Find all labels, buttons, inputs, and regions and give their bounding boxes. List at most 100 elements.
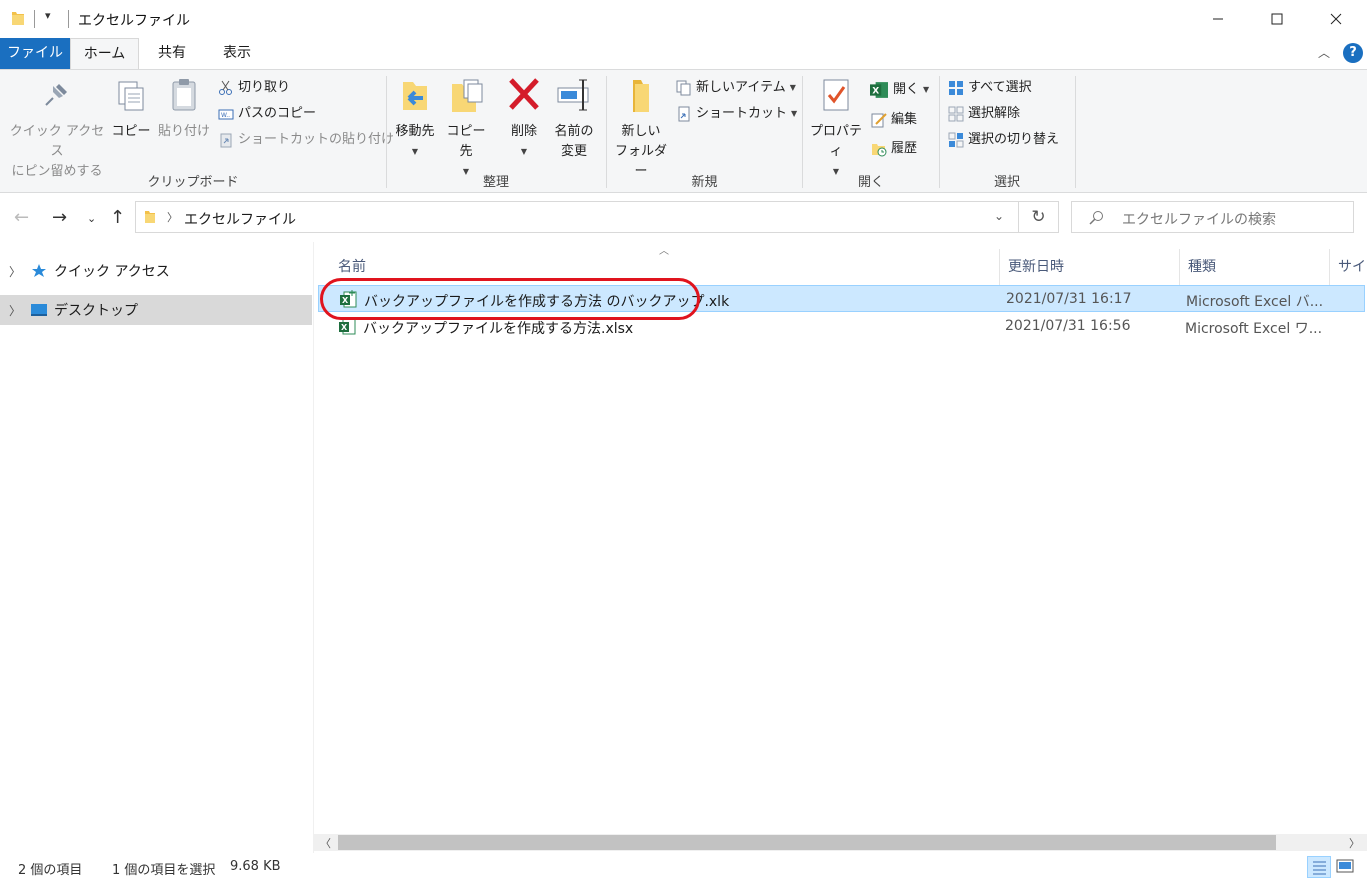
- paste-shortcut-button[interactable]: ショートカットの貼り付け: [218, 129, 394, 151]
- scroll-left-icon[interactable]: 〈: [320, 835, 331, 851]
- help-button[interactable]: ?: [1343, 43, 1363, 63]
- column-header-type[interactable]: 種類: [1180, 249, 1330, 285]
- group-label-organize: 整理: [482, 175, 509, 190]
- forward-arrow-icon[interactable]: →: [52, 207, 67, 228]
- file-name[interactable]: バックアップファイルを作成する方法.xlsx: [363, 318, 633, 338]
- edit-icon: [871, 113, 887, 128]
- pin-to-quick-access-button[interactable]: クイック アクセス にピン留めする: [8, 76, 106, 182]
- breadcrumb-chevron-icon[interactable]: 〉: [167, 209, 178, 225]
- column-header-name[interactable]: 名前: [330, 249, 1000, 285]
- expand-chevron-icon[interactable]: 〉: [0, 263, 30, 280]
- quick-access-toolbar-dropdown[interactable]: ▾: [45, 9, 51, 22]
- window-title: エクセルファイル: [78, 13, 190, 29]
- invert-selection-button[interactable]: 選択の切り替え: [948, 129, 1059, 151]
- tab-view[interactable]: 表示: [206, 38, 268, 69]
- select-all-icon: [949, 81, 963, 95]
- selection-count: 1 個の項目を選択: [112, 863, 216, 878]
- delete-button[interactable]: 削除 ▼: [505, 76, 543, 162]
- rename-icon: [557, 79, 589, 111]
- divider: [68, 10, 69, 28]
- properties-icon: [823, 79, 849, 111]
- copy-to-icon: [452, 79, 483, 112]
- tab-file[interactable]: ファイル: [0, 38, 70, 69]
- nav-item-desktop[interactable]: 〉 デスクトップ: [0, 295, 312, 325]
- cut-button[interactable]: 切り取り: [218, 77, 290, 99]
- column-header-date[interactable]: 更新日時: [1000, 249, 1180, 285]
- shortcut-button[interactable]: ショートカット ▼: [676, 103, 797, 125]
- search-input[interactable]: エクセルファイルの検索: [1071, 201, 1354, 233]
- minimize-icon: [1213, 18, 1223, 20]
- new-folder-button[interactable]: 新しい フォルダー: [612, 76, 670, 182]
- table-row[interactable]: X バックアップファイルを作成する方法 のバックアップ.xlk 2021/07/…: [318, 285, 1365, 312]
- svg-text:X: X: [342, 296, 349, 305]
- divider: [34, 10, 35, 28]
- close-icon: [1330, 13, 1342, 25]
- scroll-right-icon[interactable]: 〉: [1349, 835, 1360, 851]
- copy-button[interactable]: コピー: [111, 76, 151, 142]
- file-name[interactable]: バックアップファイルを作成する方法 のバックアップ.xlk: [364, 291, 729, 311]
- history-button[interactable]: 履歴: [871, 138, 917, 160]
- search-icon: [1089, 211, 1103, 225]
- large-icons-view-icon: [1336, 859, 1354, 873]
- divider: [1075, 76, 1076, 188]
- properties-button[interactable]: プロパティ ▼: [806, 76, 866, 182]
- nav-item-quick-access[interactable]: 〉 クイック アクセス: [0, 256, 312, 286]
- invert-selection-icon: [948, 132, 964, 148]
- column-header-size[interactable]: サイズ: [1330, 249, 1367, 285]
- breadcrumb[interactable]: エクセルファイル: [184, 209, 296, 229]
- folder-icon: [145, 211, 155, 223]
- navigation-pane: 〉 クイック アクセス 〉 デスクトップ: [0, 242, 313, 853]
- copy-to-button[interactable]: コピー先 ▼: [441, 76, 491, 182]
- refresh-button[interactable]: ↻: [1019, 201, 1059, 233]
- clipboard-icon: [172, 79, 196, 111]
- star-icon: [32, 264, 46, 277]
- scissors-icon: [219, 80, 232, 95]
- delete-x-icon: [509, 78, 539, 110]
- minimize-button[interactable]: [1189, 0, 1247, 38]
- address-dropdown-icon[interactable]: ⌄: [994, 209, 1004, 223]
- recent-locations-chevron-icon[interactable]: ⌄: [87, 212, 96, 225]
- select-none-button[interactable]: 選択解除: [948, 103, 1020, 125]
- open-button[interactable]: X 開く ▼: [869, 79, 929, 101]
- move-to-icon: [403, 82, 427, 110]
- horizontal-scrollbar[interactable]: 〈 〉: [314, 834, 1367, 851]
- large-icons-view-button[interactable]: [1334, 856, 1358, 878]
- expand-chevron-icon[interactable]: 〉: [0, 302, 30, 319]
- edit-button[interactable]: 編集: [871, 109, 917, 131]
- details-view-button[interactable]: [1307, 856, 1331, 878]
- collapse-ribbon-button[interactable]: ︿: [1318, 44, 1330, 61]
- excel-backup-file-icon: X: [340, 290, 357, 308]
- chevron-down-icon: ▼: [411, 147, 419, 156]
- file-type: Microsoft Excel ワ...: [1185, 321, 1323, 337]
- move-to-button[interactable]: 移動先 ▼: [391, 76, 439, 162]
- file-date: 2021/07/31 16:56: [1005, 318, 1131, 334]
- address-bar[interactable]: 〉 エクセルファイル ⌄: [135, 201, 1019, 233]
- maximize-button[interactable]: [1248, 0, 1306, 38]
- excel-icon: X: [870, 82, 888, 98]
- group-label-select: 選択: [993, 175, 1020, 190]
- new-item-button[interactable]: 新しいアイテム ▼: [676, 77, 796, 99]
- select-all-button[interactable]: すべて選択: [948, 77, 1032, 99]
- svg-text:X: X: [872, 86, 879, 96]
- chevron-down-icon: ▼: [923, 85, 930, 94]
- up-arrow-icon[interactable]: ↑: [110, 207, 125, 228]
- copy-path-button[interactable]: W.. パスのコピー: [218, 103, 316, 125]
- status-bar: 2 個の項目 1 個の項目を選択 9.68 KB: [0, 853, 1367, 883]
- close-button[interactable]: [1307, 0, 1365, 38]
- new-folder-icon: [633, 80, 649, 112]
- tab-share[interactable]: 共有: [142, 38, 202, 69]
- back-arrow-icon[interactable]: ←: [14, 207, 29, 228]
- group-label-new: 新規: [691, 175, 718, 190]
- scrollbar-thumb[interactable]: [338, 835, 1276, 850]
- item-count: 2 個の項目: [18, 863, 83, 878]
- excel-file-icon: X: [339, 318, 356, 335]
- paste-button[interactable]: 貼り付け: [156, 76, 212, 142]
- new-item-icon: [676, 80, 691, 96]
- file-type: Microsoft Excel バ...: [1186, 294, 1324, 310]
- tab-home[interactable]: ホーム: [70, 38, 139, 70]
- table-row[interactable]: X バックアップファイルを作成する方法.xlsx 2021/07/31 16:5…: [318, 313, 1365, 340]
- svg-text:W..: W..: [221, 112, 230, 119]
- rename-button[interactable]: 名前の 変更: [551, 76, 597, 162]
- chevron-down-icon: ▼: [791, 109, 798, 118]
- file-date: 2021/07/31 16:17: [1006, 291, 1132, 307]
